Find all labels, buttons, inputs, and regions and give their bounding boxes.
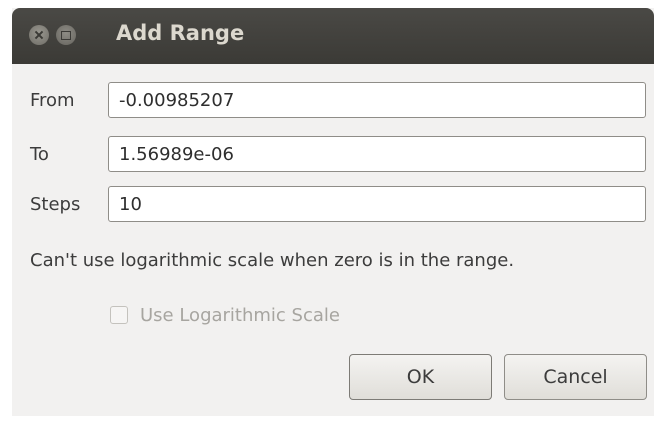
close-icon[interactable] <box>29 25 49 45</box>
warning-message: Can't use logarithmic scale when zero is… <box>30 250 515 271</box>
to-input[interactable] <box>108 136 646 172</box>
from-label: From <box>30 90 75 111</box>
log-scale-checkbox[interactable] <box>110 306 128 324</box>
dialog-title: Add Range <box>116 21 245 45</box>
maximize-icon[interactable] <box>56 25 76 45</box>
ok-button[interactable]: OK <box>349 354 492 400</box>
title-bar: Add Range <box>12 8 654 64</box>
from-input[interactable] <box>108 82 646 118</box>
to-label: To <box>30 144 49 165</box>
cancel-button[interactable]: Cancel <box>504 354 647 400</box>
log-scale-label: Use Logarithmic Scale <box>140 304 340 326</box>
log-scale-option: Use Logarithmic Scale <box>110 302 340 328</box>
steps-label: Steps <box>30 194 81 215</box>
steps-input[interactable] <box>108 186 646 222</box>
add-range-dialog: Add Range From To Steps Can't use logari… <box>12 8 654 416</box>
